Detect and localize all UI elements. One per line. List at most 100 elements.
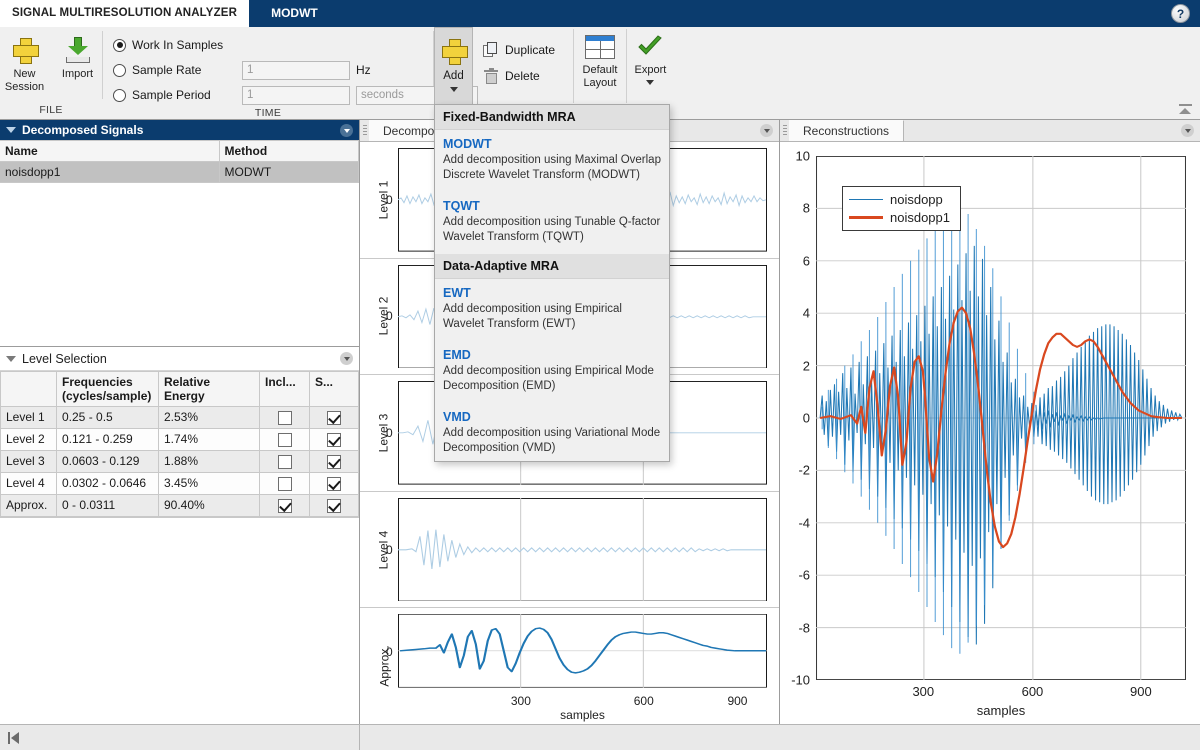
level-show-cell[interactable] [310, 473, 359, 495]
level-include-cell[interactable] [260, 451, 310, 473]
level-selection-title: Level Selection [22, 352, 334, 366]
reconstructions-drag-handle[interactable] [780, 120, 789, 141]
decomposed-signals-table: Name Method noisdopp1 MODWT [0, 140, 359, 183]
sample-rate-row[interactable]: Sample Rate Hz [113, 58, 386, 82]
decompositions-options-icon[interactable] [760, 124, 773, 137]
menu-item-ewt-desc: Add decomposition using Empirical Wavele… [443, 302, 661, 331]
add-dropdown-arrow-icon[interactable] [450, 87, 458, 92]
menu-item-modwt[interactable]: MODWT Add decomposition using Maximal Ov… [435, 130, 669, 184]
export-dropdown-arrow-icon[interactable] [646, 80, 654, 85]
sample-rate-label[interactable]: Sample Rate [132, 63, 236, 77]
include-checkbox[interactable] [278, 499, 292, 513]
ribbon-group-time: Work In Samples Sample Rate Hz Sample Pe… [103, 27, 433, 119]
trash-icon [483, 68, 499, 84]
show-checkbox[interactable] [327, 411, 341, 425]
import-button[interactable]: Import [53, 33, 102, 81]
level-selection-rows: Level 10.25 - 0.52.53%Level 20.121 - 0.2… [1, 407, 359, 517]
default-layout-button[interactable]: Default Layout [574, 27, 626, 90]
tab-reconstructions[interactable]: Reconstructions [789, 120, 904, 141]
table-row[interactable]: Level 20.121 - 0.2591.74% [1, 429, 359, 451]
reconstructions-options-icon[interactable] [1181, 124, 1194, 137]
reconstructions-y-axis: 10 8 6 4 2 0 -2 -4 -6 -8 -10 [780, 156, 814, 680]
include-checkbox[interactable] [278, 411, 292, 425]
level-include-cell[interactable] [260, 429, 310, 451]
level-show-cell[interactable] [310, 429, 359, 451]
bp-xtick-900: 900 [1130, 684, 1152, 699]
new-session-button[interactable]: New Session [0, 33, 49, 94]
menu-item-tqwt[interactable]: TQWT Add decomposition using Tunable Q-f… [435, 192, 669, 246]
level-include-cell[interactable] [260, 473, 310, 495]
reconstructions-tabbar: Reconstructions [780, 120, 1200, 142]
show-checkbox[interactable] [327, 433, 341, 447]
tab-signal-multiresolution-analyzer[interactable]: SIGNAL MULTIRESOLUTION ANALYZER [0, 0, 249, 27]
decompositions-drag-handle[interactable] [360, 120, 369, 141]
table-row[interactable]: noisdopp1 MODWT [0, 162, 359, 183]
sample-rate-radio[interactable] [113, 64, 126, 77]
level-show-cell[interactable] [310, 495, 359, 517]
add-label: Add [443, 70, 463, 82]
table-row[interactable]: Level 30.0603 - 0.1291.88% [1, 451, 359, 473]
level-frequencies-cell: 0.121 - 0.259 [57, 429, 159, 451]
signal-method-cell[interactable]: MODWT [219, 162, 359, 183]
ribbon-collapse-button[interactable] [1176, 101, 1194, 117]
show-checkbox[interactable] [327, 455, 341, 469]
decomposition-row-level4[interactable]: Level 4 0 [360, 492, 779, 609]
duplicate-button[interactable]: Duplicate [479, 37, 563, 63]
lvl-col-blank [1, 372, 57, 407]
level-include-cell[interactable] [260, 407, 310, 429]
lvl-col-include[interactable]: Incl... [260, 372, 310, 407]
work-in-samples-row[interactable]: Work In Samples [113, 33, 223, 57]
decomposed-signals-header: Decomposed Signals [0, 120, 359, 140]
help-icon[interactable]: ? [1171, 4, 1190, 23]
lvl-col-frequencies[interactable]: Frequencies (cycles/sample) [57, 372, 159, 407]
level-show-cell[interactable] [310, 451, 359, 473]
include-checkbox[interactable] [278, 477, 292, 491]
ytick-4: 4 [803, 306, 810, 321]
show-checkbox[interactable] [327, 499, 341, 513]
include-checkbox[interactable] [278, 433, 292, 447]
tab-modwt[interactable]: MODWT [249, 0, 340, 27]
sample-period-radio[interactable] [113, 89, 126, 102]
table-row[interactable]: Approx.0 - 0.031190.40% [1, 495, 359, 517]
level-frequencies-cell: 0.25 - 0.5 [57, 407, 159, 429]
level-selection-options-icon[interactable] [340, 352, 353, 365]
table-row[interactable]: Level 10.25 - 0.52.53% [1, 407, 359, 429]
work-in-samples-radio[interactable] [113, 39, 126, 52]
reconstructions-chart: 10 8 6 4 2 0 -2 -4 -6 -8 -10 [780, 142, 1200, 724]
collapse-triangle-icon[interactable] [6, 127, 16, 133]
delete-button[interactable]: Delete [479, 63, 563, 89]
table-row[interactable]: Level 40.0302 - 0.06463.45% [1, 473, 359, 495]
level-include-cell[interactable] [260, 495, 310, 517]
level-selection-collapse-icon[interactable] [6, 356, 16, 362]
export-button[interactable]: Export [627, 27, 674, 85]
col-header-name[interactable]: Name [0, 141, 219, 162]
decomposition-row-approx[interactable]: Approx. 0 300 [360, 608, 779, 724]
signal-name-cell[interactable]: noisdopp1 [0, 162, 219, 183]
menu-item-emd[interactable]: EMD Add decomposition using Empirical Mo… [435, 341, 669, 395]
show-checkbox[interactable] [327, 477, 341, 491]
level-frequencies-cell: 0.0603 - 0.129 [57, 451, 159, 473]
sample-period-input[interactable] [242, 86, 350, 105]
menu-item-ewt[interactable]: EWT Add decomposition using Empirical Wa… [435, 279, 669, 333]
lvl-col-relative-energy[interactable]: Relative Energy [159, 372, 260, 407]
level-energy-cell: 1.74% [159, 429, 260, 451]
sample-period-row[interactable]: Sample Period seconds [113, 83, 478, 107]
reconstructions-body: 10 8 6 4 2 0 -2 -4 -6 -8 -10 [780, 142, 1200, 724]
level-show-cell[interactable] [310, 407, 359, 429]
col-header-method[interactable]: Method [219, 141, 359, 162]
decompositions-xticks: 300 600 900 [398, 694, 767, 707]
sample-period-label[interactable]: Sample Period [132, 88, 236, 102]
add-dropdown-menu[interactable]: Fixed-Bandwidth MRA MODWT Add decomposit… [434, 104, 670, 462]
level-name-cell: Level 2 [1, 429, 57, 451]
left-panel-filler [0, 517, 359, 724]
decomposed-signals-options-icon[interactable] [340, 124, 353, 137]
export-label: Export [635, 64, 667, 77]
menu-item-vmd[interactable]: VMD Add decomposition using Variational … [435, 403, 669, 457]
include-checkbox[interactable] [278, 455, 292, 469]
sample-rate-input[interactable] [242, 61, 350, 80]
skip-to-start-icon[interactable] [8, 732, 20, 744]
ytick-6: 6 [803, 253, 810, 268]
lvl-col-show[interactable]: S... [310, 372, 359, 407]
ytick-neg8: -8 [798, 620, 810, 635]
work-in-samples-label[interactable]: Work In Samples [132, 38, 223, 52]
